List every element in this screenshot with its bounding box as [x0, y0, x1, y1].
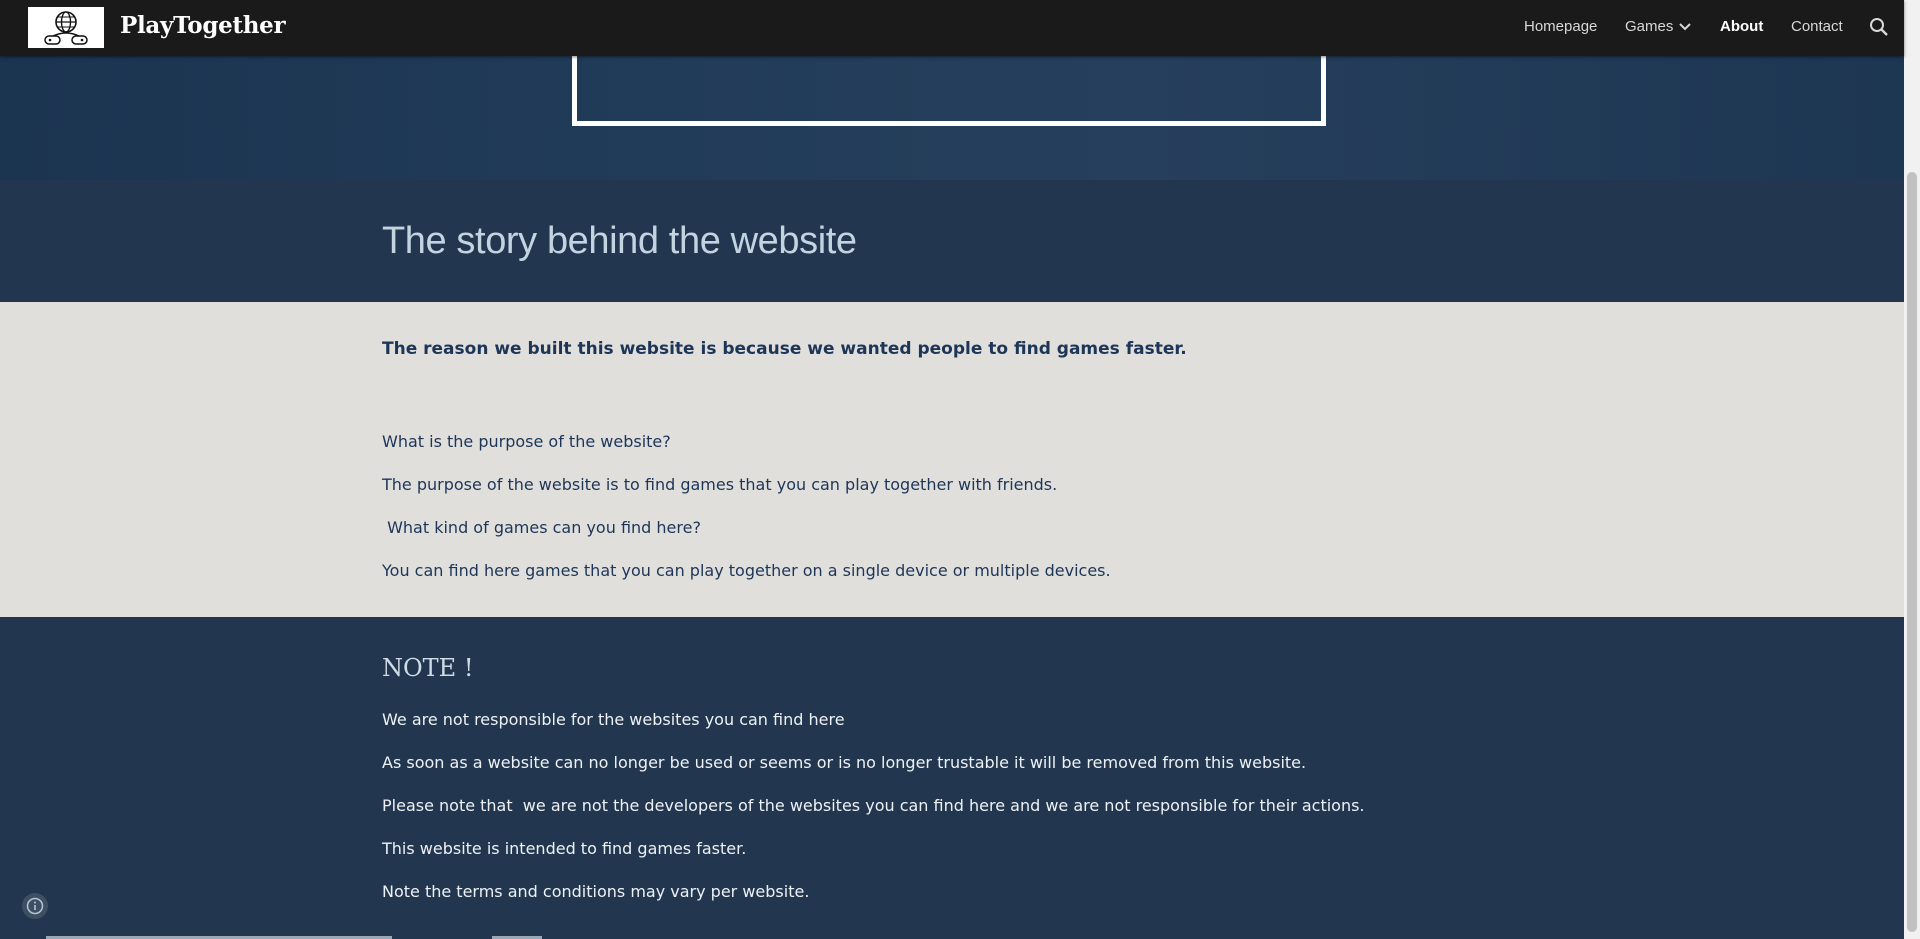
nav-about[interactable]: About [1720, 18, 1763, 35]
nav-games[interactable]: Games [1625, 18, 1673, 35]
note-line: Please note that we are not the develope… [382, 796, 1365, 815]
main-nav: Homepage Games About Contact [0, 0, 1904, 56]
scrollbar-thumb[interactable] [1907, 172, 1917, 932]
page-title: The story behind the website [382, 220, 857, 262]
info-icon [26, 897, 44, 915]
hero-banner [0, 56, 1904, 180]
answer-purpose: The purpose of the website is to find ga… [382, 475, 1058, 494]
top-navigation-bar: PlayTogether Homepage Games About Contac… [0, 0, 1904, 56]
lead-text: The reason we built this website is beca… [382, 339, 1187, 359]
answer-games: You can find here games that you can pla… [382, 561, 1111, 580]
about-section: The reason we built this website is beca… [0, 302, 1904, 617]
nav-homepage[interactable]: Homepage [1524, 18, 1597, 35]
hero-frame [572, 56, 1326, 126]
note-line: This website is intended to find games f… [382, 839, 747, 858]
note-title: NOTE ! [382, 654, 474, 682]
nav-contact[interactable]: Contact [1791, 18, 1843, 35]
note-section: NOTE ! We are not responsible for the we… [0, 617, 1904, 939]
site-info-button[interactable] [22, 893, 48, 919]
chevron-down-icon[interactable] [1678, 22, 1692, 32]
search-icon[interactable] [1868, 16, 1890, 38]
vertical-scrollbar[interactable] [1904, 0, 1920, 939]
note-line: We are not responsible for the websites … [382, 710, 845, 729]
note-line: As soon as a website can no longer be us… [382, 753, 1307, 772]
story-section: The story behind the website [0, 180, 1904, 302]
question-games: What kind of games can you find here? [382, 518, 701, 537]
question-purpose: What is the purpose of the website? [382, 432, 671, 451]
note-line: Note the terms and conditions may vary p… [382, 882, 810, 901]
